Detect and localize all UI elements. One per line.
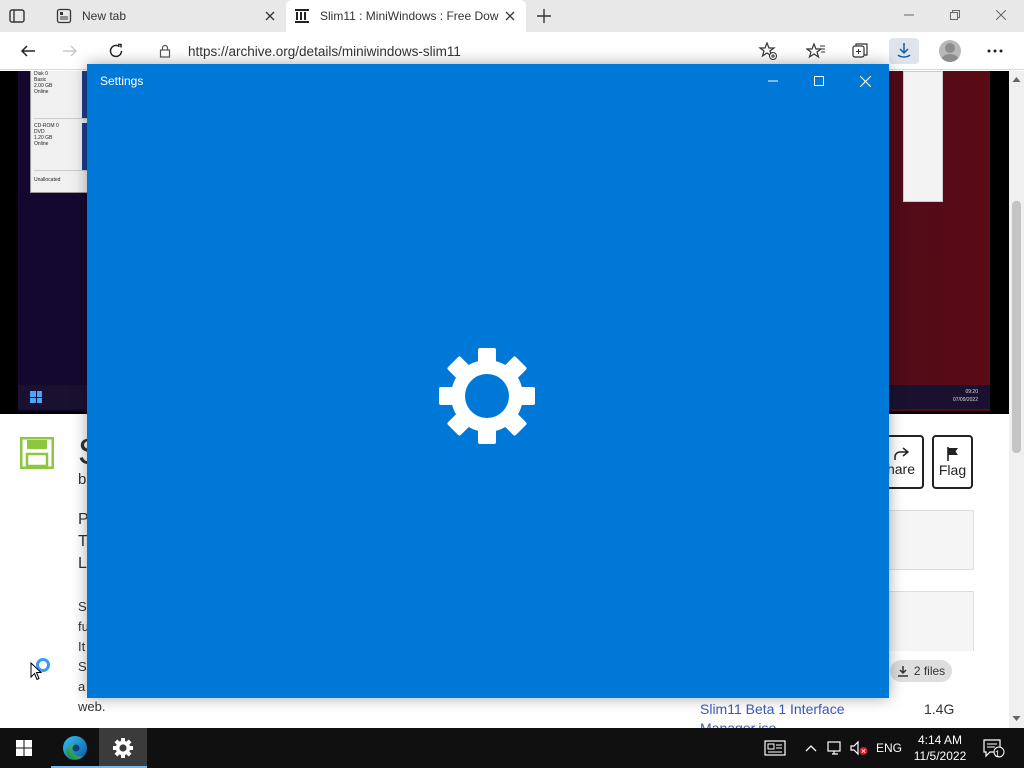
files-count-label: 2 files: [913, 664, 946, 678]
refresh-icon: [109, 43, 123, 58]
volume-muted-icon[interactable]: [849, 738, 869, 758]
tab-actions-icon[interactable]: [8, 7, 26, 25]
preview-clock-date: 07/09/2022: [952, 397, 978, 403]
file-size: 1.4G: [924, 701, 955, 717]
input-language[interactable]: ENG: [876, 741, 902, 755]
body-line: S: [78, 659, 87, 674]
tab-title: New tab: [82, 9, 127, 23]
favorites-icon: [806, 42, 825, 59]
action-center-button[interactable]: [982, 738, 1006, 758]
add-favorite-button[interactable]: [755, 39, 781, 63]
notification-count: 1: [995, 749, 1001, 759]
body-line: S: [78, 599, 87, 614]
new-tab-icon: [56, 8, 72, 24]
settings-and-more-button[interactable]: [982, 39, 1008, 63]
collections-icon: [852, 43, 868, 58]
close-icon: [859, 75, 871, 87]
preview-clock-time: 09:20: [965, 389, 978, 395]
download-icon: [897, 666, 908, 677]
share-label: hare: [886, 461, 916, 477]
forward-button[interactable]: [57, 39, 83, 63]
network-icon[interactable]: [825, 738, 845, 758]
settings-title: Settings: [100, 74, 144, 88]
restore-icon: [950, 10, 960, 20]
close-tab-icon[interactable]: [502, 8, 518, 24]
mouse-cursor-icon: [30, 662, 42, 681]
star-add-icon: [758, 41, 777, 60]
tab-slim11[interactable]: Slim11 : MiniWindows : Free Dow: [286, 0, 526, 32]
body-line: It: [78, 639, 86, 654]
floppy-disk-icon: [20, 437, 54, 469]
settings-window[interactable]: Settings: [87, 64, 889, 698]
download-icon: [897, 43, 911, 58]
browser-tab-bar: New tab Slim11 : MiniWindows : Free Dow: [0, 0, 1024, 32]
taskbar-settings[interactable]: [99, 728, 147, 768]
more-icon: [987, 49, 1003, 53]
cdrom-status: Online: [34, 141, 49, 147]
windows11-start-icon: [30, 391, 42, 403]
tab-new-tab[interactable]: New tab: [48, 0, 286, 32]
plus-icon: [537, 9, 551, 23]
scroll-down-icon: [1012, 716, 1021, 721]
scroll-up-icon: [1012, 77, 1021, 82]
taskbar-edge[interactable]: [51, 728, 99, 768]
side-panel: [880, 510, 974, 570]
close-icon: [996, 10, 1006, 20]
show-hidden-icons-button[interactable]: [801, 738, 821, 758]
refresh-button[interactable]: [103, 39, 129, 63]
downloads-button[interactable]: [889, 38, 919, 64]
browser-minimize-button[interactable]: [886, 0, 932, 30]
gear-icon: [113, 738, 133, 758]
close-tab-icon[interactable]: [262, 8, 278, 24]
new-tab-button[interactable]: [534, 6, 554, 26]
lock-icon[interactable]: [158, 44, 172, 58]
minimize-icon: [768, 80, 778, 82]
page-scrollbar[interactable]: [1009, 71, 1024, 728]
news-widget-icon[interactable]: [763, 738, 787, 758]
disk0-status: Online: [34, 89, 49, 95]
flag-button[interactable]: Flag: [932, 435, 973, 489]
tab-title: Slim11 : MiniWindows : Free Dow: [320, 9, 499, 23]
system-clock[interactable]: 4:14 AM 11/5/2022: [908, 732, 972, 764]
windows-logo-icon: [16, 740, 32, 756]
byline: b: [78, 471, 87, 488]
profile-button[interactable]: [937, 39, 963, 63]
browser-restore-button[interactable]: [932, 0, 978, 30]
address-bar[interactable]: https://archive.org/details/miniwindows-…: [150, 36, 790, 66]
scrollbar-thumb[interactable]: [1012, 201, 1021, 453]
description-line: L: [78, 555, 87, 572]
body-line: a: [78, 679, 86, 694]
arrow-right-icon: [63, 45, 78, 57]
avatar: [939, 40, 961, 62]
files-count-badge[interactable]: 2 files: [890, 660, 952, 682]
url-text: https://archive.org/details/miniwindows-…: [188, 43, 461, 59]
settings-maximize-button[interactable]: [796, 67, 842, 95]
flag-label: Flag: [938, 462, 967, 478]
browser-close-button[interactable]: [978, 0, 1024, 30]
preview-clock: 09:20 07/09/2022: [953, 388, 978, 404]
collections-button[interactable]: [847, 39, 873, 63]
start-button[interactable]: [0, 728, 48, 768]
minimize-icon: [904, 14, 914, 16]
notification-icon: [983, 739, 1005, 758]
back-button[interactable]: [15, 39, 41, 63]
archive-org-icon: [294, 8, 310, 24]
share-icon: [894, 447, 909, 460]
gear-icon: [439, 348, 535, 444]
windows-taskbar: ENG 4:14 AM 11/5/2022 1: [0, 728, 1024, 768]
edge-icon: [63, 736, 87, 760]
body-line: web.: [78, 699, 106, 714]
clock-date: 11/5/2022: [913, 749, 967, 763]
maximize-icon: [814, 76, 824, 86]
clock-time: 4:14 AM: [917, 733, 963, 747]
download-options-panel: [880, 591, 974, 651]
file-link[interactable]: Slim11 Beta 1 Interface Manager.iso: [700, 700, 870, 728]
arrow-left-icon: [20, 45, 35, 57]
preview-dialog: [903, 71, 943, 202]
settings-close-button[interactable]: [842, 67, 888, 95]
flag-icon: [946, 447, 958, 461]
favorites-button[interactable]: [803, 39, 829, 63]
settings-minimize-button[interactable]: [750, 67, 796, 95]
chevron-up-icon: [805, 745, 817, 752]
